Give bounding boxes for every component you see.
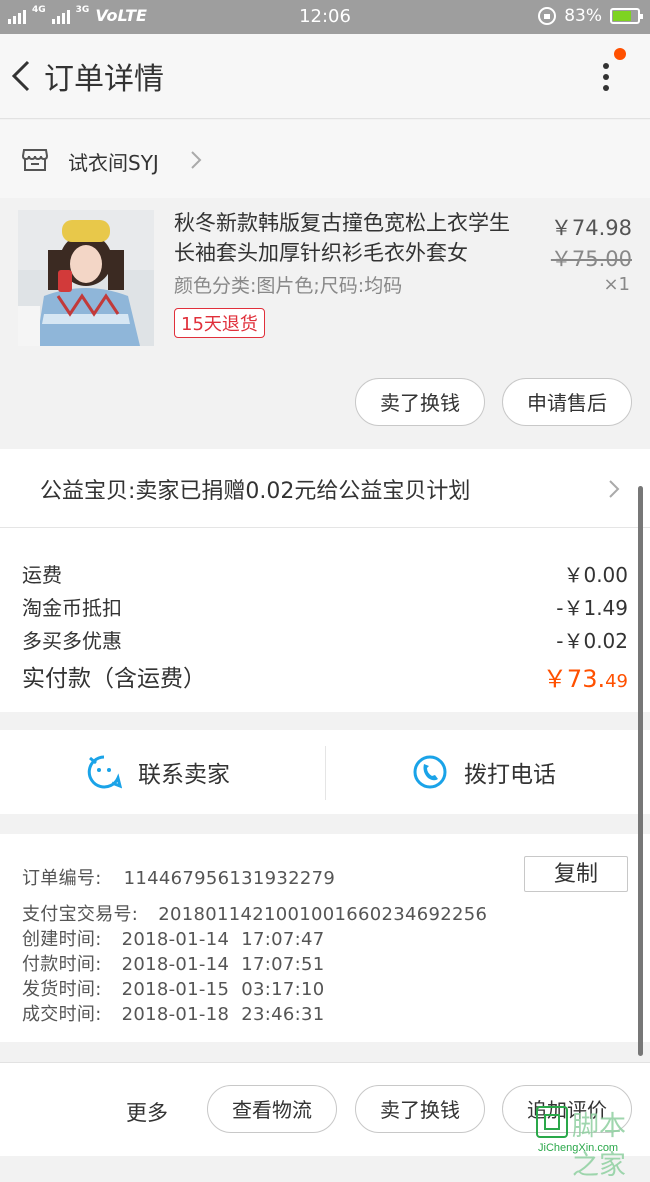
product-thumbnail[interactable] [18, 210, 154, 346]
contact-bar: 联系卖家 拨打电话 [0, 730, 650, 814]
status-right: 83% [538, 6, 643, 26]
contact-seller-label: 联系卖家 [138, 762, 230, 788]
rotation-lock-icon [538, 7, 557, 25]
shop-row[interactable]: 试衣间SYJ [0, 120, 650, 198]
paid-time-label: 付款时间: [22, 954, 102, 975]
total-label: 实付款（含运费） [22, 666, 206, 692]
battery-icon [610, 8, 643, 24]
fee-label: 运费 [22, 563, 62, 587]
battery-percent: 83% [564, 6, 602, 26]
chevron-right-icon [191, 151, 202, 169]
alipay-number-row: 支付宝交易号: 2018011421001001660234692256 [22, 900, 487, 926]
order-number-label: 订单编号: [22, 868, 102, 889]
phone-icon [413, 755, 447, 789]
paid-time-value: 2018-01-14 17:07:51 [121, 954, 325, 975]
fee-row-coins: 淘金币抵扣 -￥1.49 [22, 592, 628, 621]
fee-row-multi-discount: 多买多优惠 -￥0.02 [22, 625, 628, 654]
product-price: ￥74.98 [550, 216, 632, 240]
paid-time-row: 付款时间: 2018-01-14 17:07:51 [22, 950, 325, 976]
fee-label: 多买多优惠 [22, 629, 122, 653]
product-attributes: 颜色分类:图片色;尺码:均码 [174, 275, 403, 297]
copy-button[interactable]: 复制 [524, 856, 628, 892]
completed-time-value: 2018-01-18 23:46:31 [121, 1004, 325, 1025]
chat-bubble-icon [87, 755, 122, 789]
view-logistics-button[interactable]: 查看物流 [207, 1085, 337, 1133]
call-phone-label: 拨打电话 [464, 762, 556, 788]
charity-text: 公益宝贝:卖家已捐赠0.02元给公益宝贝计划 [40, 479, 471, 504]
created-time-label: 创建时间: [22, 929, 102, 950]
watermark-site: JiChengXin.com [538, 1142, 619, 1154]
sell-for-cash-button-bottom[interactable]: 卖了换钱 [355, 1085, 485, 1133]
sell-for-cash-button[interactable]: 卖了换钱 [355, 378, 485, 426]
status-bar: 4G 3G VoLTE 12:06 83% [0, 0, 650, 34]
watermark-logo-icon [536, 1106, 568, 1138]
created-time-value: 2018-01-14 17:07:47 [121, 929, 325, 950]
shipped-time-label: 发货时间: [22, 979, 102, 1000]
order-item[interactable]: 秋冬新款韩版复古撞色宽松上衣学生长袖套头加厚针织衫毛衣外套女 颜色分类:图片色;… [0, 198, 650, 448]
fee-label: 淘金币抵扣 [22, 596, 122, 620]
charity-row[interactable]: 公益宝贝:卖家已捐赠0.02元给公益宝贝计划 [0, 449, 650, 528]
site-watermark: 脚本之家 JiChengXin.com [534, 1104, 650, 1181]
more-button[interactable]: 更多 [126, 1097, 168, 1127]
chevron-right-icon [609, 480, 620, 498]
order-info: 订单编号: 114467956131932279 复制 支付宝交易号: 2018… [0, 834, 650, 1042]
order-number-value: 114467956131932279 [123, 868, 336, 889]
call-phone-button[interactable]: 拨打电话 [412, 730, 556, 814]
product-title[interactable]: 秋冬新款韩版复古撞色宽松上衣学生长袖套头加厚针织衫毛衣外套女 [174, 208, 529, 268]
order-number-row: 订单编号: 114467956131932279 [22, 864, 335, 890]
request-after-sale-button[interactable]: 申请售后 [502, 378, 632, 426]
app-header: 订单详情 [0, 34, 650, 119]
back-arrow-icon[interactable] [8, 56, 38, 96]
shipped-time-value: 2018-01-15 03:17:10 [121, 979, 325, 1000]
total-value: ￥73.49 [543, 659, 628, 694]
page-title: 订单详情 [44, 62, 164, 97]
shipped-time-row: 发货时间: 2018-01-15 03:17:10 [22, 975, 325, 1001]
scrollbar[interactable] [638, 486, 643, 1056]
total-value-cents: 49 [605, 671, 628, 692]
notification-dot [614, 48, 626, 60]
store-icon [22, 149, 48, 171]
completed-time-row: 成交时间: 2018-01-18 23:46:31 [22, 1000, 325, 1026]
product-quantity: ×1 [603, 274, 630, 295]
more-menu-icon[interactable] [596, 58, 616, 98]
total-row: 实付款（含运费） ￥73.49 [22, 659, 628, 693]
battery-fill [613, 11, 631, 21]
divider [325, 746, 326, 800]
shop-name: 试衣间SYJ [68, 151, 159, 175]
alipay-number-label: 支付宝交易号: [22, 904, 139, 925]
contact-seller-button[interactable]: 联系卖家 [86, 730, 230, 814]
fee-value: ￥0.00 [563, 563, 628, 587]
fee-value: -￥1.49 [556, 596, 628, 620]
fee-value: -￥0.02 [556, 629, 628, 653]
total-value-main: ￥73. [542, 665, 606, 693]
alipay-number-value: 2018011421001001660234692256 [158, 904, 488, 925]
product-original-price: ￥75.00 [550, 247, 632, 271]
return-policy-badge: 15天退货 [174, 308, 265, 338]
completed-time-label: 成交时间: [22, 1004, 102, 1025]
fee-summary: 运费 ￥0.00 淘金币抵扣 -￥1.49 多买多优惠 -￥0.02 实付款（含… [0, 528, 650, 712]
created-time-row: 创建时间: 2018-01-14 17:07:47 [22, 925, 325, 951]
fee-row-shipping: 运费 ￥0.00 [22, 559, 628, 588]
